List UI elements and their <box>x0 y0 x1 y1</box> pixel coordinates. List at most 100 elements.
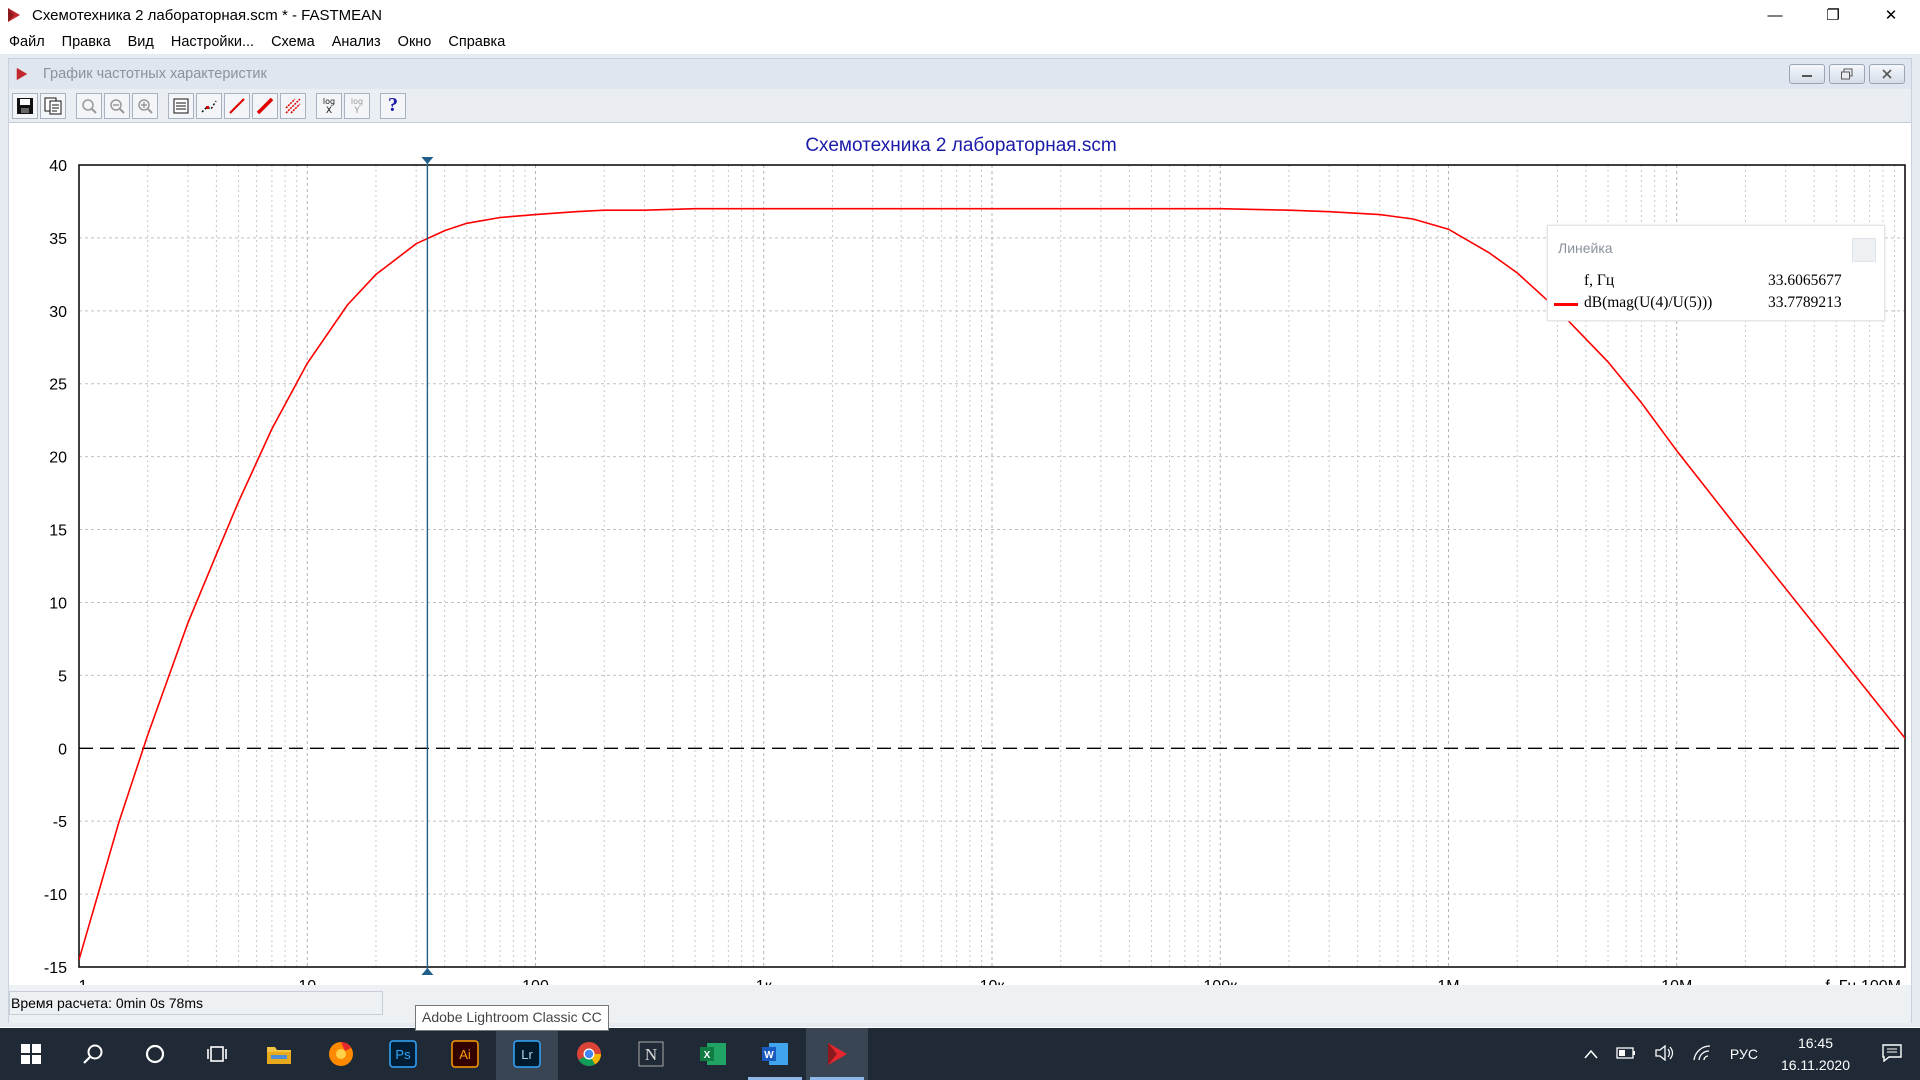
calc-time-status: Время расчета: 0min 0s 78ms <box>9 991 383 1015</box>
word-button[interactable]: W <box>744 1028 806 1080</box>
zoom-out-icon <box>110 98 125 114</box>
x-tick-label: 10к <box>980 978 1006 985</box>
clock[interactable]: 16:45 16.11.2020 <box>1767 1032 1864 1076</box>
ruler-label: dB(mag(U(4)/U(5))) <box>1584 294 1713 311</box>
x-tick-label: 1 <box>79 978 88 985</box>
ruler-label: f, Гц <box>1584 272 1615 289</box>
lightroom-icon: Lr <box>513 1040 541 1068</box>
close-button[interactable]: ✕ <box>1862 0 1920 30</box>
legend-button[interactable] <box>168 92 194 119</box>
line-bold-icon <box>256 97 274 114</box>
file-explorer-icon <box>267 1047 291 1064</box>
x-axis-label: f, Гц 100М <box>1825 978 1901 985</box>
start-button[interactable] <box>0 1028 62 1080</box>
x-tick-label: 10М <box>1661 978 1692 985</box>
zoom-fit-icon <box>138 98 153 114</box>
file-explorer-button[interactable] <box>248 1028 310 1080</box>
series-line <box>79 207 1905 960</box>
y-tick-label: 10 <box>49 595 67 612</box>
task-view-button[interactable] <box>186 1028 248 1080</box>
menu-settings[interactable]: Настройки... <box>162 34 262 50</box>
menu-schema[interactable]: Схема <box>262 34 323 50</box>
x-tick-label: 1М <box>1437 978 1459 985</box>
line-bold-button[interactable] <box>252 92 278 119</box>
notifications-button[interactable] <box>1864 1043 1920 1065</box>
notion-icon: N <box>638 1041 664 1067</box>
log-y-button[interactable]: log Y <box>344 92 370 119</box>
marker-button[interactable] <box>196 92 222 119</box>
volume-button[interactable] <box>1645 1044 1683 1064</box>
ruler-panel: Линейка f, Гц 33.6065677 dB(mag(U(4)/U(5… <box>1547 225 1885 321</box>
taskbar: Ps Ai Lr N X W РУС 16:45 16.11.2020 <box>0 1028 1920 1080</box>
log-y-icon: logY <box>351 97 363 116</box>
child-close-button[interactable] <box>1869 64 1905 84</box>
language-indicator[interactable]: РУС <box>1721 1046 1767 1062</box>
system-tray: РУС 16:45 16.11.2020 <box>1575 1028 1920 1080</box>
menu-help[interactable]: Справка <box>439 34 513 50</box>
notifications-icon <box>1882 1043 1902 1062</box>
marker-icon <box>201 100 217 113</box>
fastmean-app-icon <box>8 8 20 22</box>
menu-bar: Файл Правка Вид Настройки... Схема Анали… <box>0 30 1920 54</box>
search-button[interactable] <box>62 1028 124 1080</box>
restore-icon <box>1841 68 1853 80</box>
notion-label: N <box>645 1045 657 1064</box>
zoom-fit-button[interactable] <box>132 92 158 119</box>
zoom-button[interactable] <box>76 92 102 119</box>
menu-window[interactable]: Окно <box>389 34 440 50</box>
menu-view[interactable]: Вид <box>119 34 162 50</box>
y-tick-label: 35 <box>49 231 67 248</box>
ruler-value: 33.6065677 <box>1768 272 1842 289</box>
chrome-button[interactable] <box>558 1028 620 1080</box>
photoshop-button[interactable]: Ps <box>372 1028 434 1080</box>
plot-area[interactable]: Схемотехника 2 лабораторная.scm -15 -10 -5… <box>9 123 1911 985</box>
help-icon: ? <box>388 94 398 116</box>
save-button[interactable] <box>12 92 38 119</box>
lightroom-button[interactable]: Lr <box>496 1028 558 1080</box>
chevron-up-icon <box>1584 1049 1598 1059</box>
line-icon <box>229 97 245 114</box>
search-icon <box>83 1044 103 1064</box>
y-tick-label: -10 <box>44 887 67 904</box>
minimize-button[interactable]: — <box>1746 0 1804 30</box>
excel-label: X <box>704 1050 711 1061</box>
child-restore-button[interactable] <box>1829 64 1865 84</box>
x-tick-label: 10 <box>298 978 316 985</box>
y-tick-label: 20 <box>49 450 67 467</box>
y-tick-label: 30 <box>49 304 67 321</box>
ruler-close-button[interactable] <box>1852 238 1876 262</box>
lightroom-label: Lr <box>521 1047 533 1062</box>
frequency-chart-window: График частотных характеристик log X log Y <box>8 58 1912 1023</box>
child-window-title-bar: График частотных характеристик <box>9 59 1911 89</box>
task-view-icon <box>207 1046 227 1062</box>
fastmean-button[interactable] <box>806 1028 868 1080</box>
illustrator-icon: Ai <box>451 1040 479 1068</box>
tray-overflow-button[interactable] <box>1575 1046 1607 1062</box>
log-x-label: log <box>323 97 335 106</box>
menu-file[interactable]: Файл <box>0 34 53 50</box>
cortana-button[interactable] <box>124 1028 186 1080</box>
zoom-out-button[interactable] <box>104 92 130 119</box>
y-tick-label: -5 <box>53 814 67 831</box>
hatch-button[interactable] <box>280 92 306 119</box>
network-button[interactable] <box>1683 1044 1721 1065</box>
child-minimize-button[interactable] <box>1789 64 1825 84</box>
menu-edit[interactable]: Правка <box>53 34 119 50</box>
menu-analysis[interactable]: Анализ <box>323 34 389 50</box>
help-button[interactable]: ? <box>380 92 406 119</box>
log-y-label: log <box>351 97 363 106</box>
word-label: W <box>764 1050 774 1061</box>
minimize-icon <box>1802 75 1812 77</box>
yandex-browser-button[interactable] <box>310 1028 372 1080</box>
copy-button[interactable] <box>40 92 66 119</box>
log-x-button[interactable]: log X <box>316 92 342 119</box>
battery-button[interactable] <box>1607 1046 1645 1062</box>
maximize-button[interactable]: ❐ <box>1804 0 1862 30</box>
mdi-workspace: График частотных характеристик log X log Y <box>0 54 1920 1027</box>
excel-button[interactable]: X <box>682 1028 744 1080</box>
notion-button[interactable]: N <box>620 1028 682 1080</box>
illustrator-button[interactable]: Ai <box>434 1028 496 1080</box>
wifi-icon <box>1693 1044 1710 1060</box>
line-button[interactable] <box>224 92 250 119</box>
y-tick-label: 40 <box>49 158 67 175</box>
